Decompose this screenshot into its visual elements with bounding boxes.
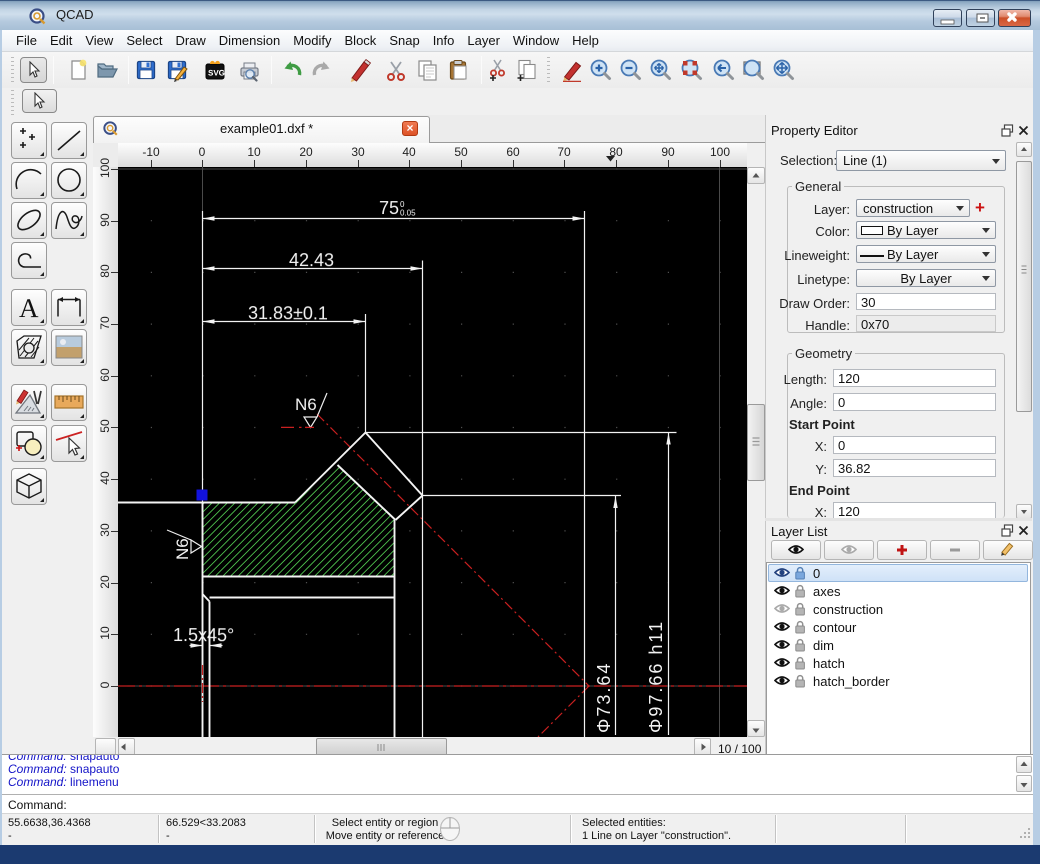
svg-text:N6: N6	[295, 395, 317, 414]
svg-text:Φ73.64: Φ73.64	[594, 662, 614, 733]
svg-text:0.05: 0.05	[400, 209, 416, 218]
svg-text:SVG: SVG	[208, 69, 225, 78]
svg-text:75: 75	[379, 198, 399, 218]
svg-text:42.43: 42.43	[289, 250, 334, 270]
svg-text:1.5x45°: 1.5x45°	[173, 625, 234, 645]
svg-text:A: A	[19, 293, 39, 323]
svg-text:Φ97.66 h11: Φ97.66 h11	[646, 620, 666, 733]
svg-text:N6: N6	[173, 538, 192, 560]
svg-text:31.83±0.1: 31.83±0.1	[248, 303, 328, 323]
